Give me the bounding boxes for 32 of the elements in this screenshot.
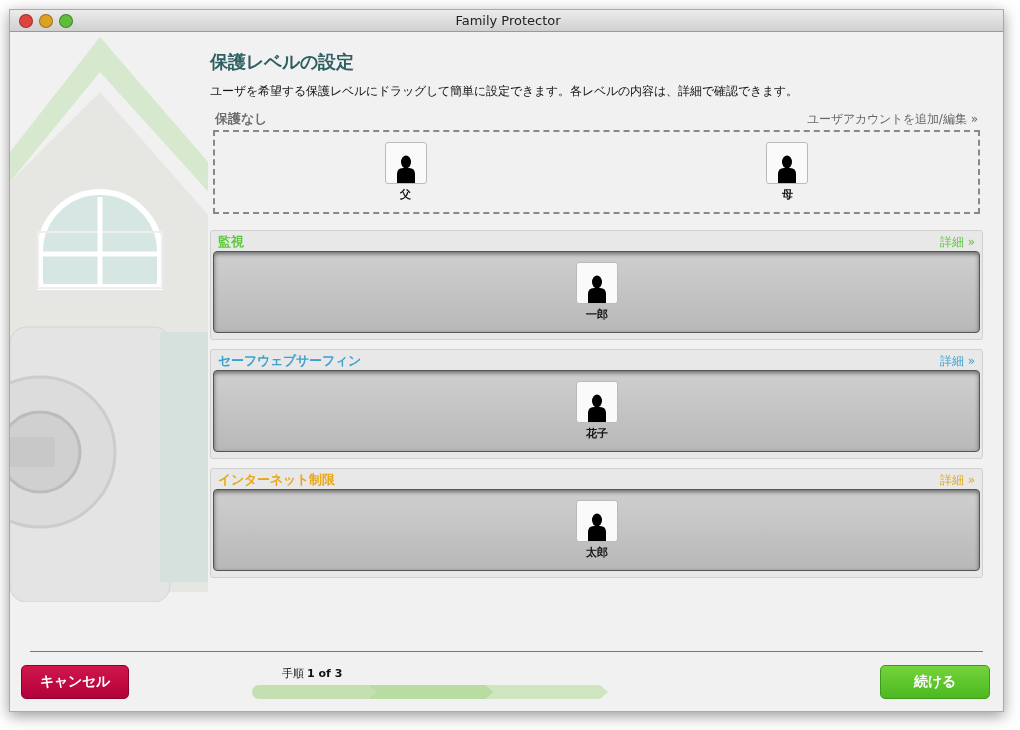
user-name: 父: [400, 187, 412, 202]
cancel-button[interactable]: キャンセル: [21, 665, 129, 699]
person-icon: [395, 155, 416, 183]
person-icon: [777, 155, 798, 183]
close-button[interactable]: [19, 13, 33, 28]
drop-zone[interactable]: 父 母: [213, 130, 980, 214]
user-name: 太郎: [585, 545, 608, 560]
details-link[interactable]: ユーザアカウントを追加/編集 »: [806, 110, 978, 128]
user-name: 一郎: [585, 307, 608, 322]
page-heading: 保護レベルの設定: [210, 50, 355, 74]
level-tray[interactable]: 一郎: [213, 251, 980, 333]
level-tray[interactable]: 花子: [213, 370, 980, 452]
user-avatar[interactable]: [766, 142, 809, 184]
window-title: Family Protector: [455, 13, 562, 28]
user-avatar[interactable]: [575, 381, 618, 423]
user-avatar[interactable]: [575, 262, 618, 304]
level-title: インターネット制限: [218, 471, 335, 489]
user-name: 花子: [585, 426, 608, 441]
user-avatar[interactable]: [384, 142, 427, 184]
level-tray[interactable]: 太郎: [213, 489, 980, 571]
zoom-button[interactable]: [59, 13, 73, 28]
level-title: 保護なし: [215, 110, 267, 128]
user-avatar[interactable]: [575, 500, 618, 542]
instructions-text: ユーザを希望する保護レベルにドラッグして簡単に設定できます。各レベルの内容は、詳細で確認できます。: [210, 83, 799, 100]
person-icon: [586, 394, 607, 422]
person-icon: [586, 275, 607, 303]
step-counter: 手順 1 of 3: [280, 665, 344, 681]
level-title: 監視: [218, 233, 244, 251]
person-icon: [586, 513, 607, 541]
user-name: 母: [781, 187, 793, 202]
minimize-button[interactable]: [39, 13, 53, 28]
level-title: セーフウェブサーフィン: [218, 352, 361, 370]
